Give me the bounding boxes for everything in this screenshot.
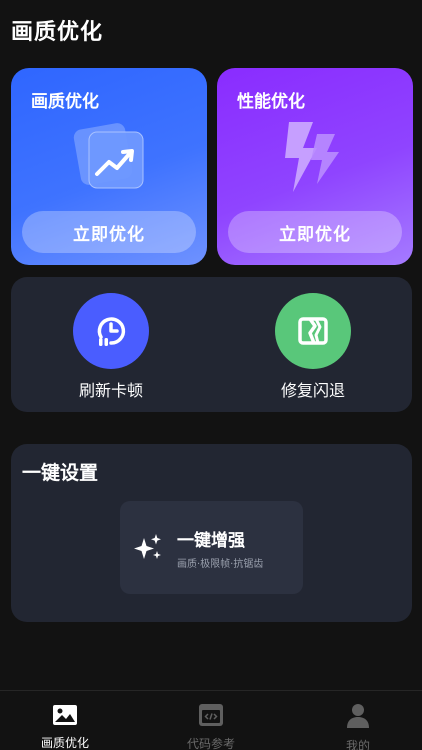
page-title: 画质优化 xyxy=(11,20,104,45)
nav-tab-quality[interactable]: 画质优化 xyxy=(0,691,135,750)
nav-label-code: 代码参考 xyxy=(186,737,235,750)
quality-card-title: 画质优化 xyxy=(31,92,99,112)
performance-optimize-card[interactable]: 性能优化 立即优化 xyxy=(217,68,413,265)
boost-title: 一键增强 xyxy=(177,531,245,551)
nav-tab-mine[interactable]: 我的 xyxy=(288,691,422,750)
sparkle-icon xyxy=(132,532,164,568)
refresh-lag-tool[interactable]: 刷新卡顿 xyxy=(46,293,176,401)
nav-label-quality: 画质优化 xyxy=(40,736,89,750)
one-key-boost-button[interactable]: 一键增强 画质·极限帧·抗锯齿 xyxy=(120,501,303,594)
repair-crash-label: 修复闪退 xyxy=(280,381,345,400)
performance-optimize-button[interactable]: 立即优化 xyxy=(228,211,402,253)
tools-panel: 刷新卡顿 修复闪退 xyxy=(11,277,412,412)
refresh-clock-icon xyxy=(73,293,149,369)
repair-icon xyxy=(275,293,351,369)
repair-crash-tool[interactable]: 修复闪退 xyxy=(248,293,378,401)
bottom-nav: 画质优化 代码参考 我的 xyxy=(0,690,422,750)
performance-card-title: 性能优化 xyxy=(237,92,305,112)
user-icon xyxy=(346,703,370,729)
code-icon xyxy=(198,703,224,727)
quality-optimize-card[interactable]: 画质优化 立即优化 xyxy=(11,68,207,265)
trending-chart-icon xyxy=(11,118,207,198)
boost-subtitle: 画质·极限帧·抗锯齿 xyxy=(177,559,264,570)
one-key-settings-panel: 一键设置 一键增强 画质·极限帧·抗锯齿 xyxy=(11,444,412,622)
image-icon xyxy=(52,703,78,726)
nav-tab-code[interactable]: 代码参考 xyxy=(141,691,281,750)
refresh-lag-label: 刷新卡顿 xyxy=(78,381,143,400)
quality-optimize-button[interactable]: 立即优化 xyxy=(22,211,196,253)
settings-title: 一键设置 xyxy=(22,462,99,484)
lightning-icon xyxy=(217,118,413,198)
nav-label-mine: 我的 xyxy=(345,739,370,750)
